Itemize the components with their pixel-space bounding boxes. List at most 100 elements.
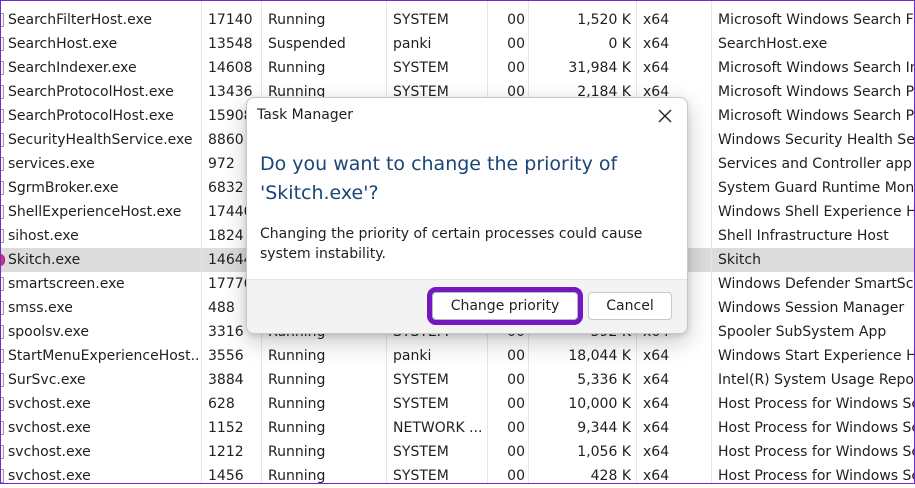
process-description: Windows Security Health Service [718,132,915,148]
process-pid: 17140 [208,12,253,28]
process-memory: 10,000 K [568,396,631,412]
process-name: svchost.exe [8,468,91,484]
process-name: smss.exe [8,300,73,316]
process-name: SearchProtocolHost.exe [8,84,174,100]
process-user: SYSTEM [393,372,449,388]
dialog-footer: Change priority Cancel [247,279,687,333]
process-memory: 1,520 K [577,12,631,28]
table-row[interactable]: svchost.exe 628 Running SYSTEM 00 10,000 K x64… [0,392,915,416]
process-pid: 14608 [208,60,253,76]
process-status: Running [268,60,326,76]
process-name: svchost.exe [8,420,91,436]
process-description: Microsoft Windows Search Protocol Host [718,84,915,100]
process-pid: 628 [208,396,235,412]
change-priority-button[interactable]: Change priority [427,287,583,325]
table-row[interactable]: SearchIndexer.exe 14608 Running SYSTEM 00 31,… [0,56,915,80]
table-row[interactable]: svchost.exe 1456 Running SYSTEM 00 428 K x64 Ho… [0,464,915,488]
process-description: Windows Session Manager [718,300,905,316]
process-description: Host Process for Windows Services [718,444,915,460]
process-name: SearchFilterHost.exe [8,12,152,28]
table-row[interactable]: SearchFilterHost.exe 17140 Running SYSTEM 00… [0,8,915,32]
process-description: Services and Controller app [718,156,912,172]
process-description: SearchHost.exe [718,36,828,52]
table-row[interactable]: StartMenuExperienceHost.... 3556 Running pa… [0,344,915,368]
process-icon [0,325,4,339]
process-name: svchost.exe [8,444,91,460]
process-description: Host Process for Windows Services [718,396,915,412]
process-status: Suspended [268,36,346,52]
process-user: panki [393,348,432,364]
process-architecture: x64 [643,396,670,412]
dialog-title: Task Manager [257,107,354,123]
dialog-heading: Do you want to change the priority of 'S… [260,153,618,204]
process-architecture: x64 [643,12,670,28]
process-description: Microsoft Windows Search Filter Host [718,12,915,28]
process-icon [0,181,4,195]
process-memory: 0 K [608,36,631,52]
process-name: SearchIndexer.exe [8,60,137,76]
table-row[interactable]: SurSvc.exe 3884 Running SYSTEM 00 5,336 K x64 I… [0,368,915,392]
process-icon [0,277,4,291]
process-icon [0,109,4,123]
process-name: spoolsv.exe [8,324,89,340]
process-icon [0,301,4,315]
column-divider[interactable] [711,0,712,484]
process-cpu: 00 [507,36,525,52]
process-pid: 1212 [208,444,244,460]
process-user: SYSTEM [393,396,449,412]
close-icon[interactable] [653,104,677,128]
process-memory: 428 K [590,468,631,484]
table-row[interactable]: svchost.exe 1212 Running SYSTEM 00 1,056 K x64… [0,440,915,464]
process-name: ShellExperienceHost.exe [8,204,182,220]
dialog-message: Changing the priority of certain process… [260,226,643,262]
process-status: Running [268,396,326,412]
process-memory: 5,336 K [577,372,631,388]
process-icon [0,133,4,147]
process-name: svchost.exe [8,396,91,412]
process-icon [0,157,4,171]
process-description: Windows Start Experience Host [718,348,915,364]
process-user: NETWORK ... [393,420,483,436]
process-icon [0,85,4,99]
process-cpu: 00 [507,348,525,364]
table-row[interactable]: svchost.exe 1152 Running NETWORK ... 00 9,344… [0,416,915,440]
process-pid: 13548 [208,36,253,52]
app-icon [0,254,5,266]
cancel-button[interactable]: Cancel [588,292,672,320]
process-architecture: x64 [643,372,670,388]
process-user: panki [393,36,432,52]
process-icon [0,445,4,459]
column-divider[interactable] [201,0,202,484]
process-memory: 18,044 K [568,348,631,364]
process-name: smartscreen.exe [8,276,125,292]
process-description: Skitch [718,252,761,268]
process-icon [0,397,4,411]
process-icon [0,61,4,75]
process-description: Microsoft Windows Search Protocol Host [718,108,915,124]
process-description: Host Process for Windows Services [718,468,915,484]
process-name: SearchProtocolHost.exe [8,108,174,124]
process-description: Windows Shell Experience Host [718,204,915,220]
table-row[interactable]: SearchHost.exe 13548 Suspended panki 00 0 K x6… [0,32,915,56]
process-architecture: x64 [643,468,670,484]
process-architecture: x64 [643,420,670,436]
process-pid: 3884 [208,372,244,388]
process-name: SearchHost.exe [8,36,118,52]
process-cpu: 00 [507,396,525,412]
process-status: Running [268,12,326,28]
process-status: Running [268,348,326,364]
process-architecture: x64 [643,60,670,76]
process-name: services.exe [8,156,95,172]
process-cpu: 00 [507,420,525,436]
process-icon [0,229,4,243]
process-icon [0,205,4,219]
process-icon [0,469,4,483]
process-memory: 31,984 K [568,60,631,76]
process-cpu: 00 [507,444,525,460]
change-priority-dialog: Task Manager Do you want to change the p… [246,97,688,334]
process-user: SYSTEM [393,444,449,460]
process-icon [0,421,4,435]
process-description: Microsoft Windows Search Indexer [718,60,915,76]
process-name: SecurityHealthService.exe [8,132,193,148]
process-description: Shell Infrastructure Host [718,228,889,244]
